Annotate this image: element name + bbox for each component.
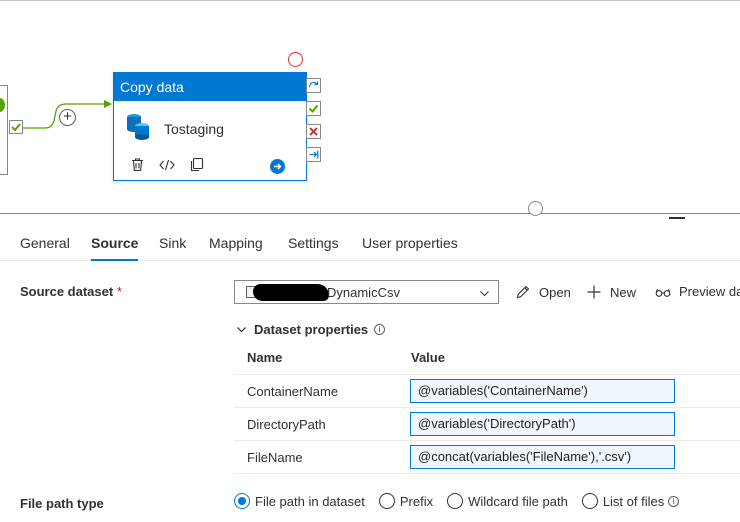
source-dataset-label: Source dataset *: [20, 284, 122, 299]
copy-data-activity[interactable]: Copy data Tostaging: [113, 72, 307, 181]
dataset-properties-toggle[interactable]: Dataset properties i: [236, 322, 386, 337]
tab-sink[interactable]: Sink: [159, 228, 186, 261]
radio-wildcard-file-path[interactable]: Wildcard file path: [447, 493, 568, 509]
panel-drag-handle[interactable]: [669, 217, 685, 219]
tab-user-properties[interactable]: User properties: [362, 228, 458, 261]
completion-output-icon[interactable]: [306, 147, 321, 162]
panel-divider: [0, 213, 740, 214]
tab-settings[interactable]: Settings: [288, 228, 339, 261]
dataset-properties-label: Dataset properties: [254, 322, 369, 337]
redacted-text: [253, 284, 329, 301]
new-label: New: [610, 284, 637, 300]
param-value-input[interactable]: @concat(variables('FileName'),'.csv'): [410, 445, 675, 469]
param-name: DirectoryPath: [247, 417, 326, 432]
radio-file-path-in-dataset[interactable]: File path in dataset: [234, 493, 365, 509]
arrow-right-icon[interactable]: [270, 159, 285, 174]
source-dataset-dropdown[interactable]: DynamicCsv: [234, 280, 499, 304]
radio-list-of-files[interactable]: List of files i: [581, 493, 680, 509]
radio-prefix[interactable]: Prefix: [378, 493, 434, 509]
dataset-parameters-table: Name Value ContainerName @variables('Con…: [234, 342, 740, 474]
success-connector: [23, 100, 112, 129]
param-value-input[interactable]: @variables('DirectoryPath'): [410, 412, 675, 436]
radio-unselected-icon: [581, 493, 598, 509]
radio-label: List of files: [602, 493, 665, 509]
info-icon[interactable]: i: [374, 324, 386, 335]
dataset-selected-value: DynamicCsv: [327, 285, 400, 300]
radio-label: File path in dataset: [255, 493, 365, 509]
clone-icon[interactable]: [189, 157, 204, 172]
open-dataset-button[interactable]: Open: [515, 284, 571, 300]
tab-mapping[interactable]: Mapping: [209, 228, 263, 261]
file-path-type-label: File path type: [20, 496, 104, 511]
delete-icon[interactable]: [130, 157, 145, 172]
chevron-down-icon: [479, 287, 490, 302]
required-marker: *: [116, 284, 122, 299]
failure-output-icon[interactable]: [306, 124, 321, 139]
table-row: ContainerName @variables('ContainerName'…: [234, 375, 740, 408]
preview-data-button[interactable]: Preview da: [655, 284, 740, 299]
pipeline-canvas[interactable]: + Copy data Tostaging: [0, 0, 740, 214]
table-row: FileName @concat(variables('FileName'),'…: [234, 441, 740, 474]
properties-tabs: General Source Sink Mapping Settings Use…: [0, 228, 740, 261]
edit-pencil-icon: [515, 284, 531, 300]
new-dataset-button[interactable]: New: [586, 284, 636, 300]
radio-unselected-icon: [378, 493, 395, 509]
column-header-value: Value: [411, 350, 445, 365]
param-value-input[interactable]: @variables('ContainerName'): [410, 379, 675, 403]
resize-handle[interactable]: [528, 201, 543, 216]
radio-label: Prefix: [399, 493, 434, 509]
chevron-down-icon: [236, 324, 247, 335]
glasses-icon: [655, 286, 671, 298]
file-path-type-radio-group: File path in dataset Prefix Wildcard fil…: [234, 493, 693, 509]
radio-selected-icon: [234, 493, 250, 509]
column-header-name: Name: [247, 350, 283, 365]
success-output-icon[interactable]: [306, 101, 321, 116]
add-activity-icon[interactable]: +: [59, 109, 76, 126]
tab-source[interactable]: Source: [91, 228, 139, 261]
table-row: DirectoryPath @variables('DirectoryPath'…: [234, 408, 740, 441]
info-icon[interactable]: i: [668, 495, 680, 507]
tab-general[interactable]: General: [20, 228, 70, 261]
param-name: FileName: [247, 450, 303, 465]
plus-icon: [586, 284, 602, 300]
database-copy-icon: [126, 113, 150, 144]
param-name: ContainerName: [247, 384, 339, 399]
open-label: Open: [539, 284, 571, 300]
code-icon[interactable]: [159, 158, 175, 172]
skip-output-icon[interactable]: [306, 78, 321, 93]
activity-type-label: Copy data: [114, 73, 306, 101]
preview-label: Preview da: [679, 284, 740, 299]
radio-unselected-icon: [447, 493, 464, 509]
radio-label: Wildcard file path: [468, 493, 568, 509]
validation-error-icon[interactable]: [288, 52, 303, 67]
table-header: Name Value: [234, 342, 740, 375]
activity-name: Tostaging: [164, 120, 224, 137]
